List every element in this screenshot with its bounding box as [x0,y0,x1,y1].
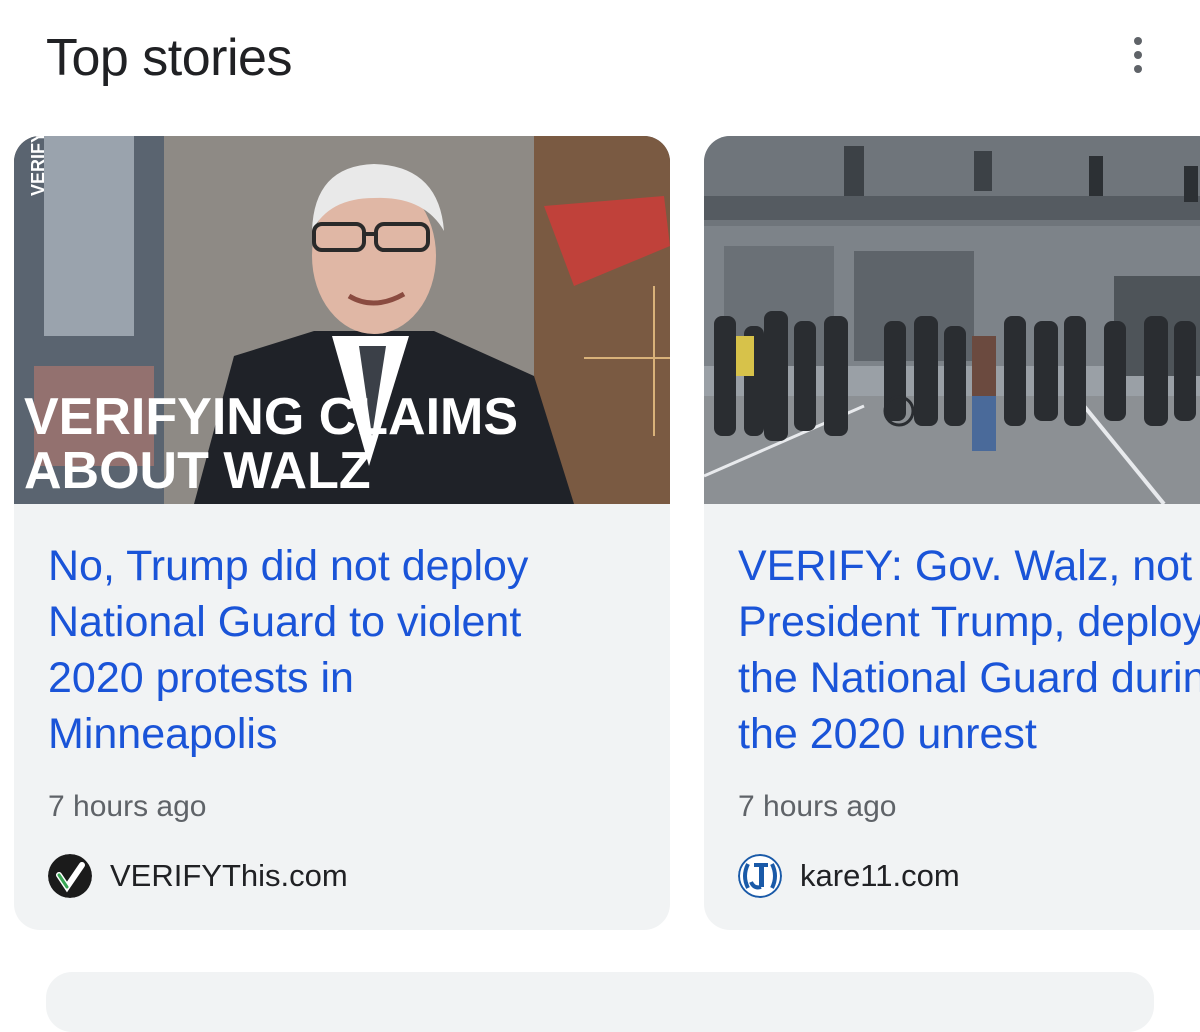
more-vert-icon [1134,37,1142,45]
story-source[interactable]: kare11.com [738,854,960,898]
thumbnail-watermark: VERIFY [28,136,48,196]
next-story-card[interactable] [46,972,1154,1032]
story-timestamp: 7 hours ago [738,790,897,823]
thumbnail-image [704,136,1200,504]
story-thumbnail[interactable]: VERIFY VERIFYING CLAIMS ABOUT WALZ [14,136,670,504]
story-headline-link[interactable]: No, Trump did not deploy National Guard … [48,538,648,762]
source-name: VERIFYThis.com [110,858,348,893]
thumbnail-caption-line2: ABOUT WALZ [24,442,371,500]
kare11-logo-icon [738,854,782,898]
story-thumbnail[interactable] [704,136,1200,504]
story-headline-link[interactable]: VERIFY: Gov. Walz, not President Trump, … [738,538,1200,762]
thumbnail-caption-line1: VERIFYING CLAIMS [24,388,518,446]
source-name: kare11.com [800,858,960,893]
more-options-button[interactable] [1118,30,1158,80]
story-card[interactable]: VERIFY: Gov. Walz, not President Trump, … [704,136,1200,930]
thumbnail-image: VERIFY VERIFYING CLAIMS ABOUT WALZ [14,136,670,504]
story-timestamp: 7 hours ago [48,790,207,823]
section-title: Top stories [46,29,292,87]
story-source[interactable]: VERIFYThis.com [48,854,348,898]
verify-check-icon [48,854,92,898]
story-card[interactable]: VERIFY VERIFYING CLAIMS ABOUT WALZ No, T… [14,136,670,930]
